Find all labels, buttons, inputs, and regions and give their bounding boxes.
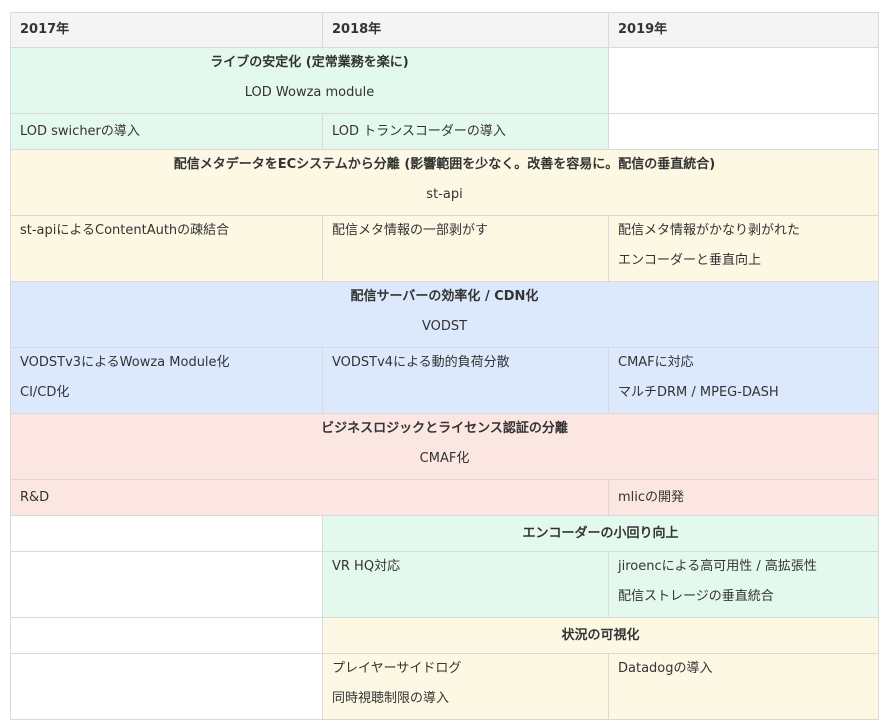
cell-text: VODSTv3によるWowza Module化	[20, 355, 230, 370]
cell-text: VODSTv4による動的負荷分散	[332, 355, 510, 370]
empty-cell	[10, 515, 323, 552]
section-title-row: 配信サーバーの効率化 / CDN化 VODST	[10, 281, 879, 348]
cell-2017-2018: R&D	[10, 479, 609, 516]
cell-2019: jiroencによる高可用性 / 高拡張性 配信ストレージの垂直統合	[608, 551, 879, 618]
header-row: 2017年 2018年 2019年	[10, 12, 879, 48]
section-subtitle: CMAF化	[419, 451, 470, 466]
cell-text: マルチDRM / MPEG-DASH	[618, 385, 779, 400]
section-detail-row: st-apiによるContentAuthの疎結合 配信メタ情報の一部剥がす 配信…	[10, 215, 879, 282]
section-title: ビジネスロジックとライセンス認証の分離	[321, 421, 568, 436]
section-title-cell: 配信サーバーの効率化 / CDN化 VODST	[10, 281, 879, 348]
roadmap-table: 2017年 2018年 2019年 ライブの安定化 (定常業務を楽に) LOD …	[10, 12, 879, 720]
section-title-row: 配信メタデータをECシステムから分離 (影響範囲を少なく。改善を容易に。配信の垂…	[10, 149, 879, 216]
cell-text: 同時視聴制限の導入	[332, 691, 450, 706]
cell-text: プレイヤーサイドログ	[332, 661, 462, 676]
section-title-cell: 配信メタデータをECシステムから分離 (影響範囲を少なく。改善を容易に。配信の垂…	[10, 149, 879, 216]
section-title-cell: ライブの安定化 (定常業務を楽に) LOD Wowza module	[10, 47, 609, 114]
cell-text: 配信メタ情報がかなり剥がれた	[618, 223, 801, 238]
section-title: 配信サーバーの効率化 / CDN化	[350, 289, 539, 304]
cell-text: CI/CD化	[20, 385, 70, 400]
section-title: 配信メタデータをECシステムから分離 (影響範囲を少なく。改善を容易に。配信の垂…	[173, 157, 716, 172]
cell-text: エンコーダーと垂直向上	[618, 253, 762, 268]
section-detail-row: VODSTv3によるWowza Module化 CI/CD化 VODSTv4によ…	[10, 347, 879, 414]
cell-text: Datadogの導入	[618, 661, 713, 676]
cell-2017: VODSTv3によるWowza Module化 CI/CD化	[10, 347, 323, 414]
column-header-2018: 2018年	[322, 12, 609, 48]
column-header-2019: 2019年	[608, 12, 879, 48]
empty-cell	[608, 47, 879, 114]
section-subtitle: LOD Wowza module	[244, 85, 375, 100]
section-title-cell: 状況の可視化	[322, 617, 879, 654]
section-subtitle: st-api	[426, 187, 463, 202]
cell-2019: 配信メタ情報がかなり剥がれた エンコーダーと垂直向上	[608, 215, 879, 282]
section-detail-row: VR HQ対応 jiroencによる高可用性 / 高拡張性 配信ストレージの垂直…	[10, 551, 879, 618]
cell-text: jiroencによる高可用性 / 高拡張性	[618, 559, 817, 574]
section-title-cell: ビジネスロジックとライセンス認証の分離 CMAF化	[10, 413, 879, 480]
section-detail-row: R&D mlicの開発	[10, 479, 879, 516]
column-header-2017: 2017年	[10, 12, 323, 48]
section-subtitle: VODST	[421, 319, 468, 334]
section-title-row: ビジネスロジックとライセンス認証の分離 CMAF化	[10, 413, 879, 480]
empty-cell	[608, 113, 879, 150]
cell-2018: LOD トランスコーダーの導入	[322, 113, 609, 150]
section-title-cell: エンコーダーの小回り向上	[322, 515, 879, 552]
cell-2018: 配信メタ情報の一部剥がす	[322, 215, 609, 282]
section-title-row: エンコーダーの小回り向上	[10, 515, 879, 552]
empty-cell	[10, 653, 323, 720]
section-detail-row: プレイヤーサイドログ 同時視聴制限の導入 Datadogの導入	[10, 653, 879, 720]
cell-2019: CMAFに対応 マルチDRM / MPEG-DASH	[608, 347, 879, 414]
cell-2017: LOD swicherの導入	[10, 113, 323, 150]
cell-2019: Datadogの導入	[608, 653, 879, 720]
cell-text: CMAFに対応	[618, 355, 694, 370]
empty-cell	[10, 617, 323, 654]
section-detail-row: LOD swicherの導入 LOD トランスコーダーの導入	[10, 113, 879, 150]
section-title: ライブの安定化 (定常業務を楽に)	[210, 55, 409, 70]
cell-text: 配信メタ情報の一部剥がす	[332, 223, 489, 238]
cell-2017: st-apiによるContentAuthの疎結合	[10, 215, 323, 282]
cell-text: 配信ストレージの垂直統合	[618, 589, 774, 604]
empty-cell	[10, 551, 323, 618]
cell-text: st-apiによるContentAuthの疎結合	[20, 223, 230, 238]
cell-2019: mlicの開発	[608, 479, 879, 516]
cell-text: VR HQ対応	[332, 559, 401, 574]
section-title-row: 状況の可視化	[10, 617, 879, 654]
cell-2018: VR HQ対応	[322, 551, 609, 618]
cell-2018: VODSTv4による動的負荷分散	[322, 347, 609, 414]
cell-2018: プレイヤーサイドログ 同時視聴制限の導入	[322, 653, 609, 720]
section-title-row: ライブの安定化 (定常業務を楽に) LOD Wowza module	[10, 47, 879, 114]
